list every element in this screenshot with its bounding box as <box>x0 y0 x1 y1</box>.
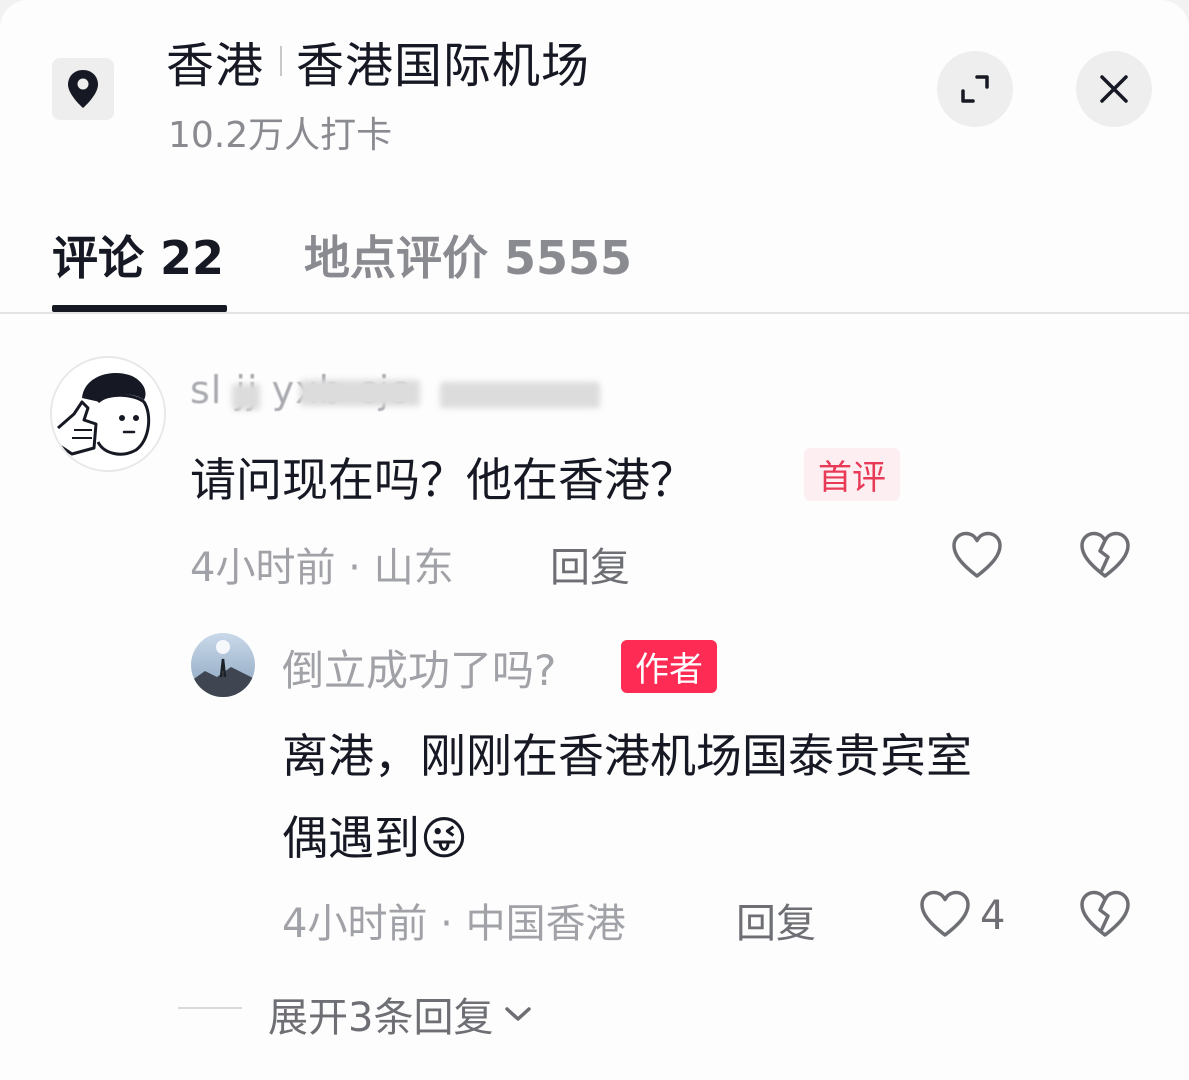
reply-text-line-2: 偶遇到😜 <box>282 802 468 868</box>
tabs-divider <box>0 312 1189 314</box>
reply-text-line-1: 离港，刚刚在香港机场国泰贵宾室 <box>282 729 972 783</box>
expand-divider <box>178 1007 242 1009</box>
broken-heart-icon <box>1080 531 1130 578</box>
location-comments-sheet: 香港 香港国际机场 10.2万人打卡 评论 22 地点评价 5555 sl 请问… <box>0 0 1189 1080</box>
redaction-blur <box>300 380 420 406</box>
meta-separator: · <box>427 901 466 947</box>
active-tab-indicator <box>52 305 227 312</box>
first-comment-badge: 首评 <box>804 448 900 501</box>
heart-icon <box>952 531 1002 578</box>
heart-icon <box>920 890 970 937</box>
region-name: 香港 <box>166 38 265 94</box>
tab-comments[interactable]: 评论 22 <box>52 222 224 288</box>
close-button[interactable] <box>1076 51 1152 127</box>
expand-button[interactable] <box>937 51 1013 127</box>
reply-meta: 4小时前 · 中国香港 <box>282 891 626 949</box>
avatar[interactable] <box>50 356 166 472</box>
tab-place-reviews[interactable]: 地点评价 5555 <box>304 222 632 288</box>
winking-face-emoji: 😜 <box>420 811 468 865</box>
title-separator <box>280 46 283 76</box>
reply-username[interactable]: 倒立成功了吗? <box>282 637 556 698</box>
author-badge: 作者 <box>621 640 717 693</box>
like-count: 4 <box>980 893 1006 939</box>
chevron-down-icon <box>505 1007 532 1021</box>
comment-time: 4小时前 <box>190 545 336 591</box>
expand-replies-label: 展开3条回复 <box>268 995 494 1041</box>
reply-location: 中国香港 <box>465 901 626 947</box>
reply-button[interactable]: 回复 <box>550 535 630 593</box>
comment-location: 山东 <box>373 545 454 591</box>
location-pin-icon <box>52 58 114 120</box>
like-button[interactable] <box>918 889 972 943</box>
close-icon <box>1100 75 1128 103</box>
place-title: 香港 香港国际机场 <box>166 30 590 94</box>
expand-icon <box>961 75 989 103</box>
broken-heart-icon <box>1080 890 1130 937</box>
comment-text: 请问现在吗？他在香港？ <box>190 453 696 507</box>
reply-button[interactable]: 回复 <box>736 891 816 949</box>
comment-meta: 4小时前 · 山东 <box>190 535 454 593</box>
author-avatar[interactable] <box>191 633 255 697</box>
reply-text: 偶遇到 <box>282 811 420 865</box>
landscape-photo-icon <box>191 633 255 697</box>
expand-replies-button[interactable]: 展开3条回复 <box>268 985 535 1043</box>
cartoon-avatar-icon <box>52 358 164 470</box>
redaction-blur <box>440 382 600 408</box>
reply-time: 4小时前 <box>282 901 428 947</box>
checkin-count: 10.2万人打卡 <box>168 115 393 156</box>
dislike-button[interactable] <box>1078 889 1132 943</box>
redaction-blur <box>232 384 260 410</box>
place-name: 香港国际机场 <box>296 38 591 94</box>
dislike-button[interactable] <box>1078 530 1132 584</box>
like-button[interactable] <box>950 530 1004 584</box>
meta-separator: · <box>335 545 374 591</box>
